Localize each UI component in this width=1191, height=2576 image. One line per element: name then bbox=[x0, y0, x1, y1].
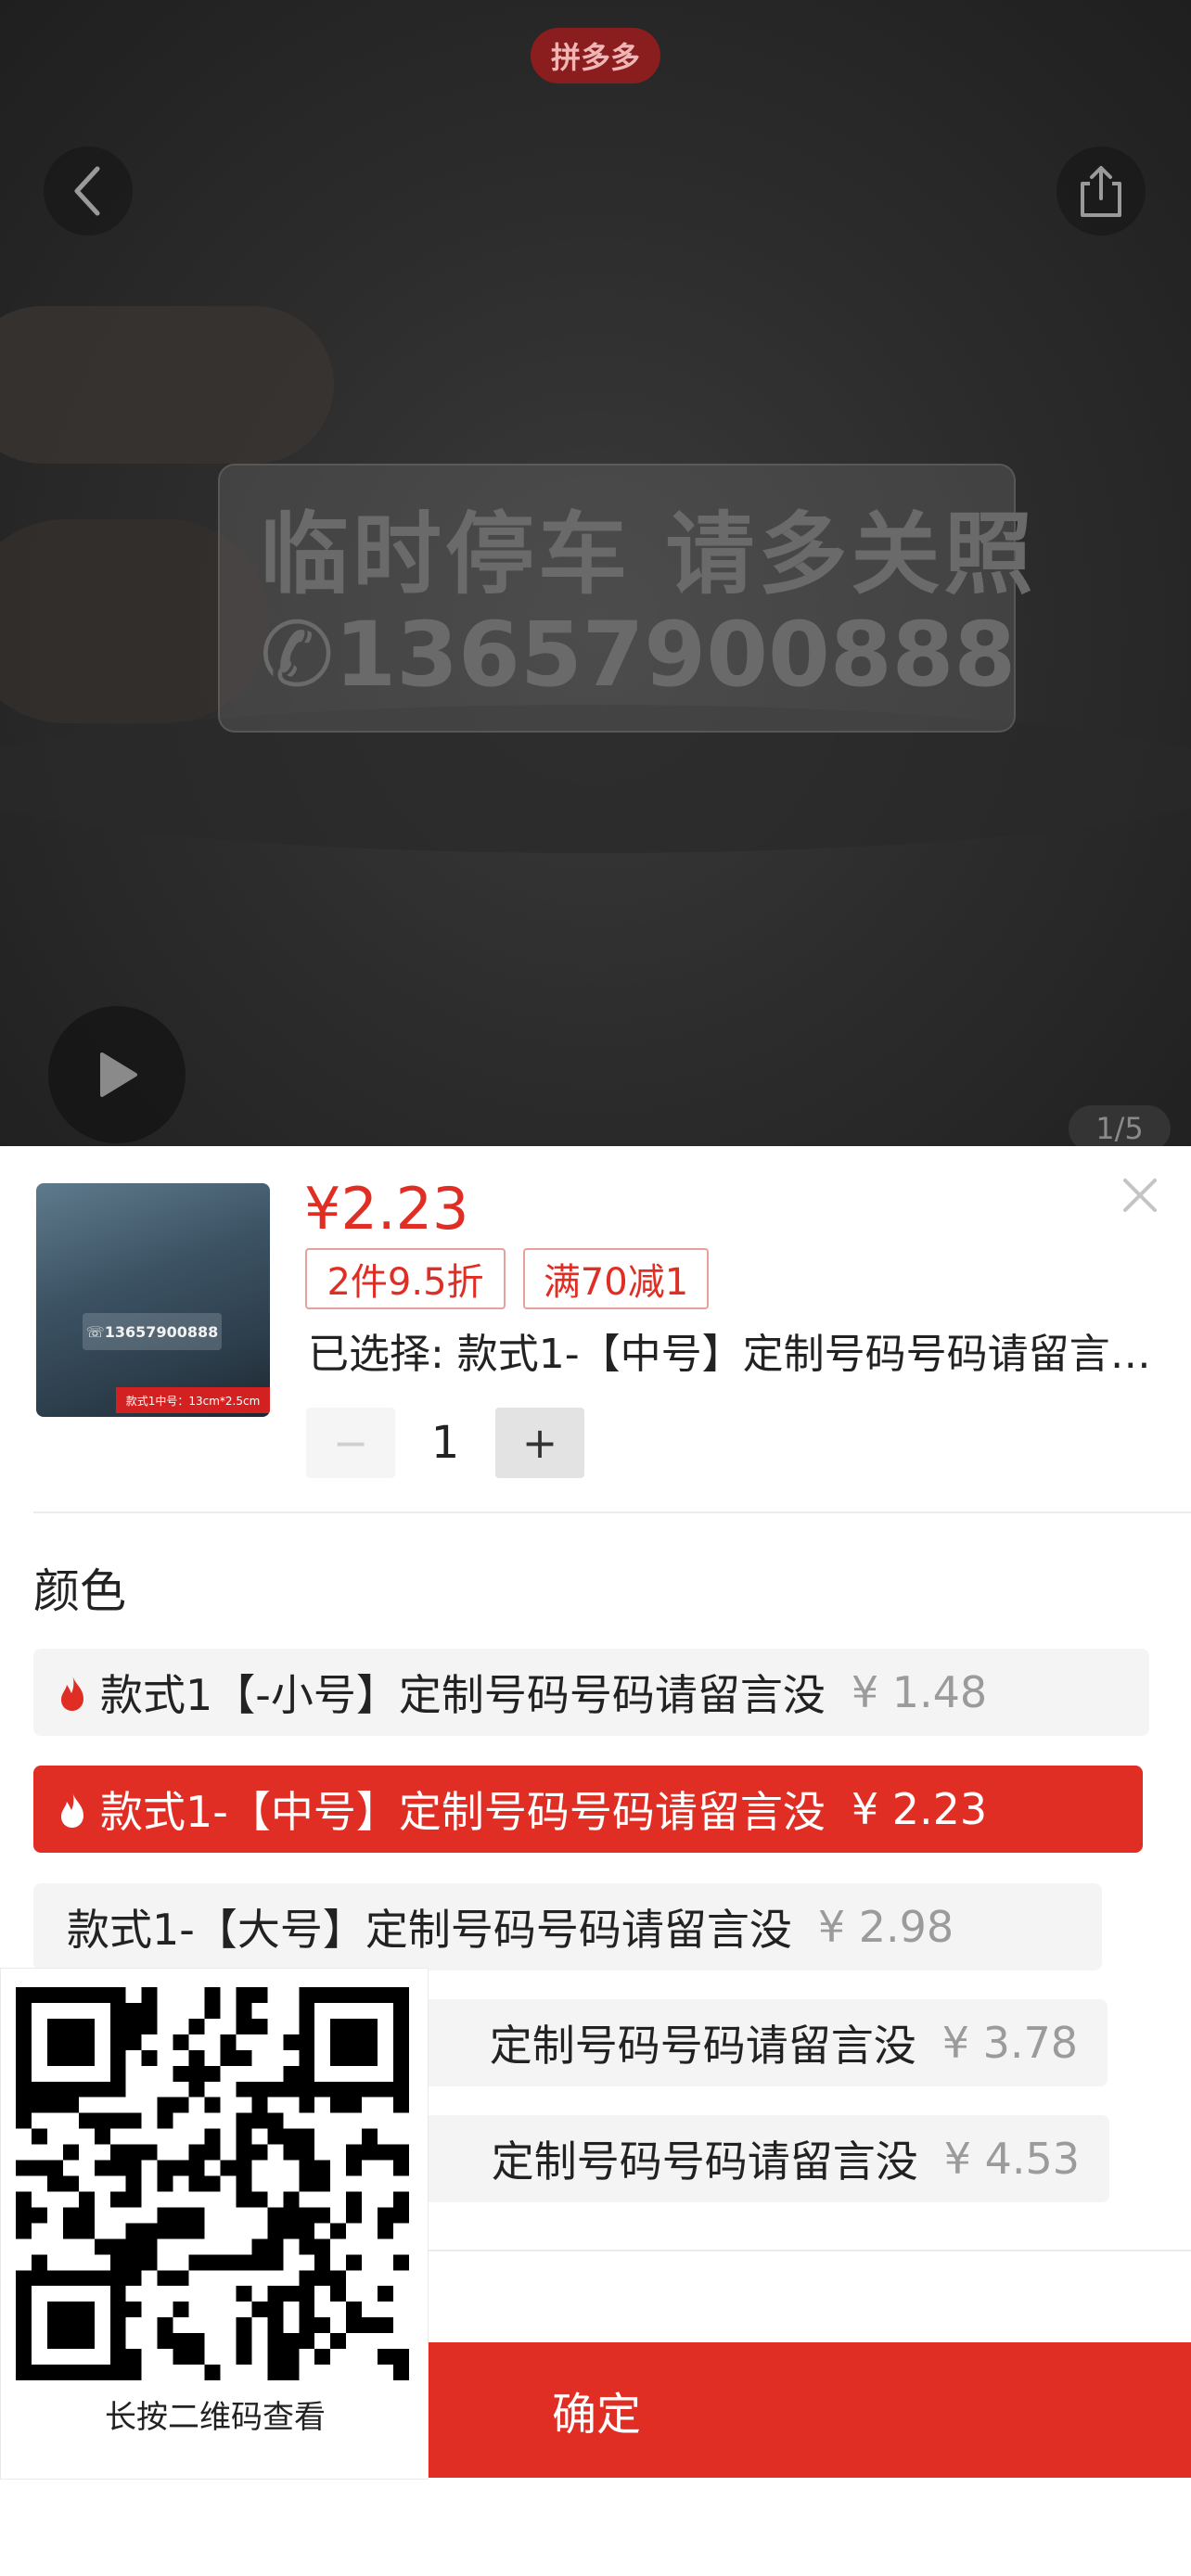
hot-fire-icon bbox=[61, 1792, 83, 1828]
sku-option-label: 定制号码号码请留言没 bbox=[489, 2021, 916, 2071]
quantity-decrease-button[interactable]: − bbox=[306, 1408, 395, 1478]
quantity-increase-button[interactable]: + bbox=[495, 1408, 584, 1478]
share-button[interactable] bbox=[1057, 147, 1146, 236]
image-text-line2: ✆13657900888 bbox=[260, 603, 1017, 707]
sku-option-price: ¥ 2.23 bbox=[851, 1784, 988, 1834]
close-icon bbox=[1123, 1179, 1157, 1212]
image-text-line1: 临时停车 请多关照 bbox=[260, 503, 1037, 606]
sku-option-price: ¥ 3.78 bbox=[941, 2018, 1078, 2068]
selected-sku-text: 已选择: 款式1-【中号】定制号码号码请留言没有默认13657900888 bbox=[308, 1331, 1152, 1378]
play-video-button[interactable] bbox=[48, 1006, 186, 1143]
product-image-carousel[interactable]: 临时停车 请多关照 ✆13657900888 拼多多 1/5 bbox=[0, 0, 1191, 1146]
image-page-indicator: 1/5 bbox=[1069, 1105, 1171, 1146]
product-thumbnail: ☏13657900888 款式1中号：13cm*2.5cm bbox=[36, 1183, 270, 1417]
hand-photo-shape bbox=[0, 306, 334, 464]
hot-fire-icon bbox=[61, 1675, 83, 1711]
sku-option-label: 款式1-【中号】定制号码号码请留言没 bbox=[100, 1787, 826, 1837]
chevron-left-icon bbox=[74, 166, 100, 216]
share-icon bbox=[1081, 166, 1121, 217]
back-button[interactable] bbox=[44, 147, 133, 236]
qr-code-overlay[interactable]: 长按二维码查看 bbox=[0, 1968, 429, 2480]
sku-option-label: 定制号码号码请留言没 bbox=[491, 2136, 918, 2187]
qr-caption: 长按二维码查看 bbox=[105, 2399, 326, 2436]
quantity-value: 1 bbox=[430, 1417, 460, 1469]
close-button[interactable] bbox=[1115, 1170, 1165, 1220]
section-divider bbox=[33, 1511, 1191, 1513]
sku-option-price: ¥ 4.53 bbox=[943, 2134, 1080, 2184]
thumbnail-size-tag: 款式1中号：13cm*2.5cm bbox=[116, 1387, 270, 1413]
sku-option-label: 款式1-【大号】定制号码号码请留言没 bbox=[67, 1905, 792, 1955]
qr-code-image bbox=[16, 1987, 409, 2380]
pinduoduo-logo: 拼多多 bbox=[531, 28, 660, 83]
sku-option-price: ¥ 2.98 bbox=[817, 1902, 954, 1952]
color-section-title: 颜色 bbox=[33, 1564, 126, 1618]
thumbnail-plate-text: ☏13657900888 bbox=[83, 1313, 222, 1350]
sku-option-price: ¥ 1.48 bbox=[851, 1667, 988, 1717]
promo-tag-coupon: 满70减1 bbox=[523, 1248, 709, 1309]
promo-tag-discount: 2件9.5折 bbox=[305, 1248, 506, 1309]
sku-option-medium[interactable]: 款式1-【中号】定制号码号码请留言没 ¥ 2.23 bbox=[33, 1766, 1143, 1853]
sku-option-label: 款式1【-小号】定制号码号码请留言没 bbox=[100, 1670, 826, 1720]
sku-option-large[interactable]: 款式1-【大号】定制号码号码请留言没 ¥ 2.98 bbox=[33, 1883, 1102, 1970]
play-icon bbox=[100, 1052, 137, 1097]
sku-price: ¥2.23 bbox=[304, 1175, 469, 1243]
sku-option-small[interactable]: 款式1【-小号】定制号码号码请留言没 ¥ 1.48 bbox=[33, 1649, 1149, 1736]
confirm-button-label: 确定 bbox=[551, 2389, 641, 2441]
